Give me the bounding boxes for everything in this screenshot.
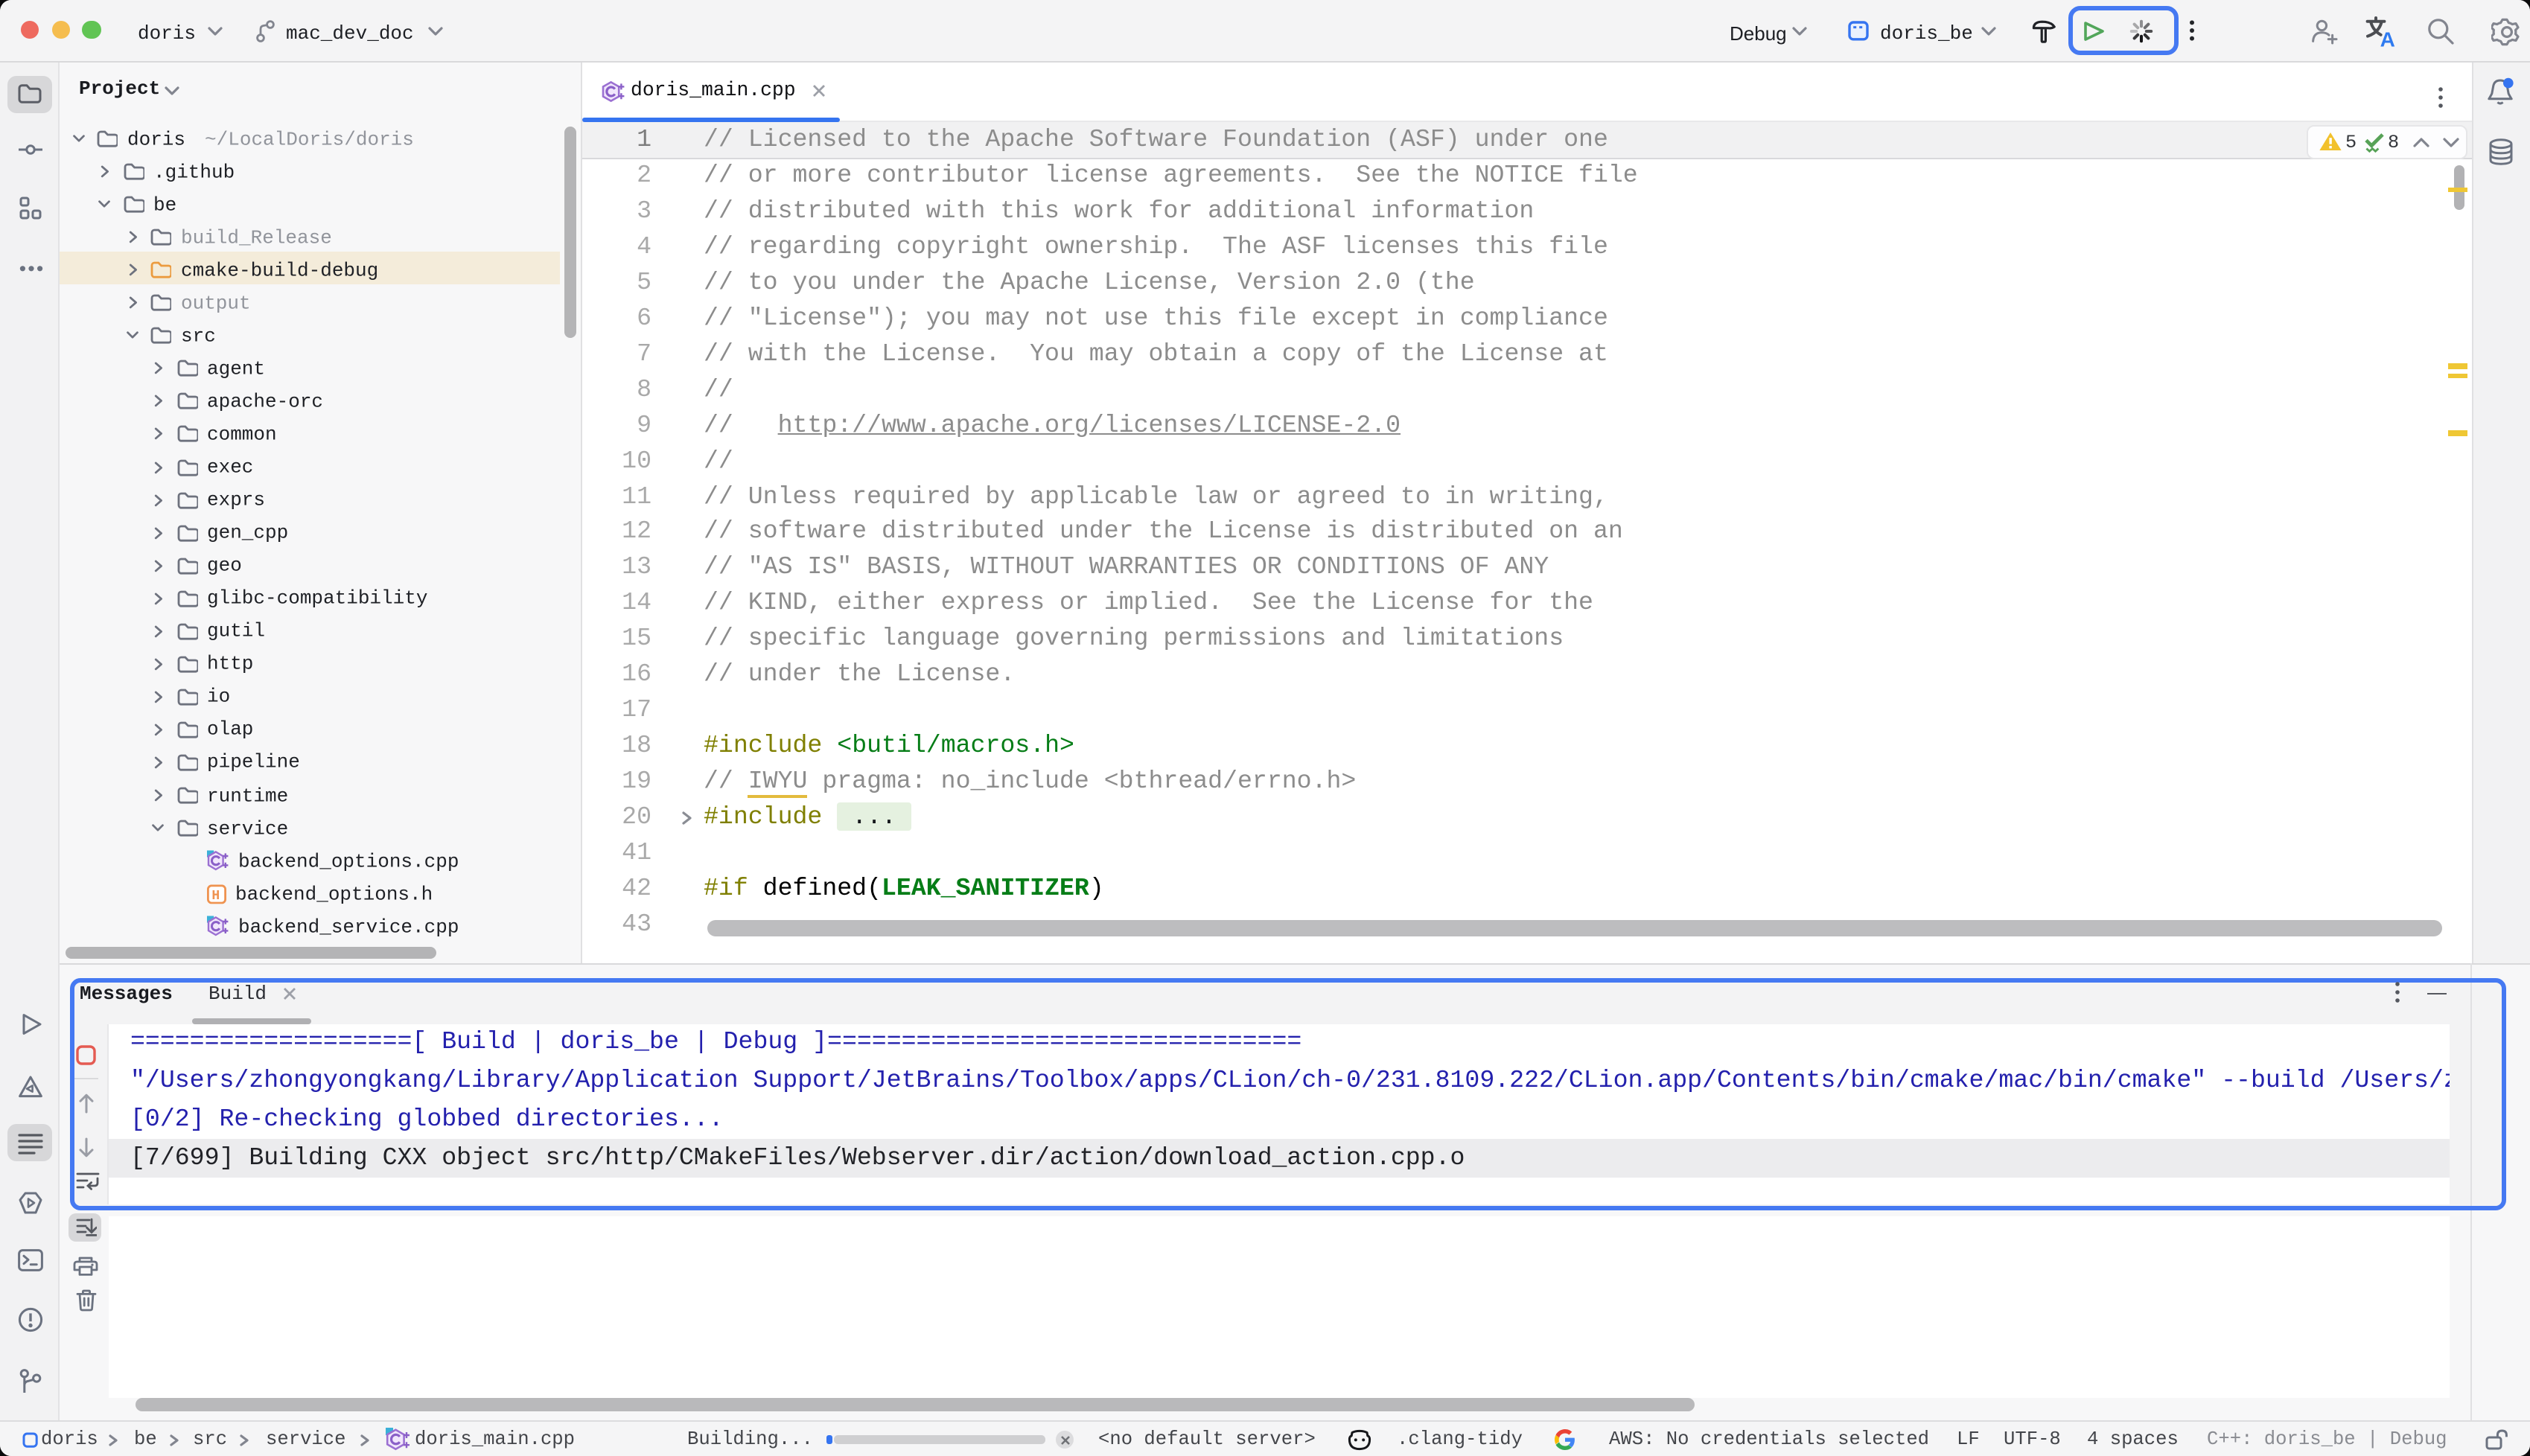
svg-text:H: H (211, 888, 219, 903)
svg-text:A: A (2380, 28, 2395, 47)
